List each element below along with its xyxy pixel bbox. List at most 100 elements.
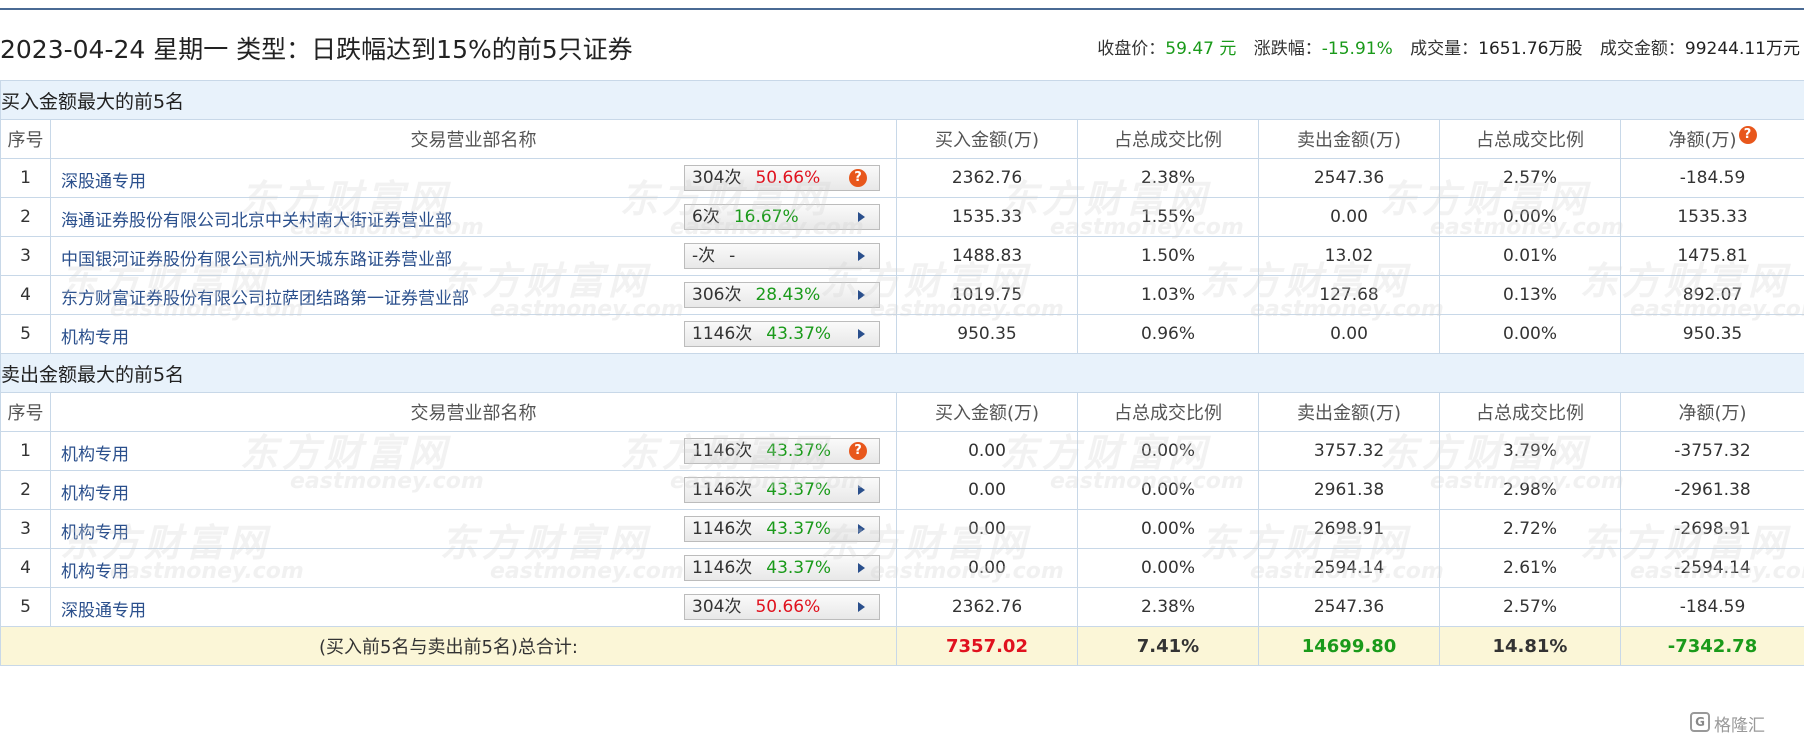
row-buy-ratio: 0.96%: [1077, 314, 1259, 354]
row-sell: 3757.32: [1258, 431, 1440, 471]
row-seq: 1: [0, 158, 51, 198]
section-header: 买入金额最大的前5名: [0, 80, 1804, 120]
page-header: 2023-04-24 星期一 类型：日跌幅达到15%的前5只证券 收盘价：59.…: [0, 22, 1804, 72]
play-arrow-icon[interactable]: [858, 329, 865, 339]
col-seq: 序号: [0, 119, 51, 159]
count-box[interactable]: 1146次 43.37%?: [684, 438, 880, 464]
col-sell: 卖出金额(万): [1258, 392, 1440, 432]
play-arrow-icon[interactable]: [858, 212, 865, 222]
stock-stats: 收盘价：59.47 元 涨跌幅：-15.91% 成交量：1651.76万股 成交…: [1097, 34, 1800, 59]
row-sell: 2547.36: [1258, 587, 1440, 627]
broker-link[interactable]: 海通证券股份有限公司北京中关村南大街证券营业部: [61, 206, 452, 231]
change-value: -15.91%: [1321, 39, 1393, 59]
col-sell-ratio-label: 占总成交比例: [1476, 403, 1584, 424]
row-broker: 机构专用 1146次 43.37%: [50, 509, 897, 549]
row-broker: 东方财富证券股份有限公司拉萨团结路第一证券营业部 306次 28.43%: [50, 275, 897, 315]
col-net: 净额(万)?: [1619, 119, 1804, 159]
total-row: (买入前5名与卖出前5名)总合计: 7357.02 7.41% 14699.80 14.…: [0, 626, 1804, 666]
total-net: -7342.78: [1619, 626, 1804, 666]
row-buy: 0.00: [896, 509, 1078, 549]
row-seq: 5: [0, 587, 51, 627]
count-box[interactable]: 1146次 43.37%: [684, 516, 880, 542]
row-seq: 3: [0, 509, 51, 549]
count-pct: 50.66%: [755, 597, 821, 617]
broker-link[interactable]: 机构专用: [61, 479, 129, 504]
count-value: 1146次: [692, 324, 753, 344]
row-buy-ratio: 0.00%: [1077, 431, 1259, 471]
play-arrow-icon[interactable]: [858, 290, 865, 300]
top-divider: [0, 8, 1804, 10]
section-title: 卖出金额最大的前5名: [0, 353, 1804, 393]
broker-link[interactable]: 机构专用: [61, 557, 129, 582]
play-arrow-icon[interactable]: [858, 524, 865, 534]
row-broker: 中国银河证券股份有限公司杭州天城东路证券营业部 -次 -: [50, 236, 897, 276]
col-buy: 买入金额(万): [896, 392, 1078, 432]
broker-link[interactable]: 中国银河证券股份有限公司杭州天城东路证券营业部: [61, 245, 452, 270]
col-net: 净额(万): [1619, 392, 1804, 432]
row-broker: 机构专用 1146次 43.37%: [50, 314, 897, 354]
amount-label: 成交金额：: [1599, 39, 1685, 59]
table-row: 1 机构专用 1146次 43.37%? 0.00 0.00% 3757.32 3.79% -3…: [0, 431, 1804, 471]
row-sell-ratio: 0.00%: [1439, 197, 1621, 237]
row-buy-ratio: 0.00%: [1077, 470, 1259, 510]
row-sell-ratio: 2.98%: [1439, 470, 1621, 510]
broker-link[interactable]: 深股通专用: [61, 167, 146, 192]
row-net: -2961.38: [1619, 470, 1804, 510]
count-pct: 43.37%: [766, 441, 832, 461]
play-arrow-icon[interactable]: [858, 251, 865, 261]
col-seq-label: 序号: [7, 130, 44, 151]
total-buy: 7357.02: [896, 626, 1078, 666]
row-broker: 深股通专用 304次 50.66%: [50, 587, 897, 627]
broker-link[interactable]: 机构专用: [61, 323, 129, 348]
row-sell-ratio: 2.72%: [1439, 509, 1621, 549]
table-row: 2 机构专用 1146次 43.37% 0.00 0.00% 2961.38 2.98% -29…: [0, 470, 1804, 510]
count-box[interactable]: 1146次 43.37%: [684, 555, 880, 581]
broker-link[interactable]: 机构专用: [61, 440, 129, 465]
row-sell: 0.00: [1258, 314, 1440, 354]
change-label: 涨跌幅：: [1253, 39, 1322, 59]
count-value: 304次: [692, 168, 742, 188]
play-arrow-icon[interactable]: [858, 563, 865, 573]
row-sell-ratio: 2.61%: [1439, 548, 1621, 588]
play-arrow-icon[interactable]: [858, 602, 865, 612]
row-sell-ratio: 0.13%: [1439, 275, 1621, 315]
count-pct: 50.66%: [755, 168, 821, 188]
count-box[interactable]: -次 -: [684, 243, 880, 269]
col-name: 交易营业部名称: [50, 119, 897, 159]
count-box[interactable]: 304次 50.66%: [684, 594, 880, 620]
row-seq: 5: [0, 314, 51, 354]
row-buy: 1488.83: [896, 236, 1078, 276]
row-buy-ratio: 1.50%: [1077, 236, 1259, 276]
broker-link[interactable]: 机构专用: [61, 518, 129, 543]
count-pct: 16.67%: [733, 207, 799, 227]
count-pct: -: [729, 246, 736, 266]
row-sell-ratio: 2.57%: [1439, 587, 1621, 627]
count-pct: 43.37%: [766, 558, 832, 578]
row-net: 1535.33: [1619, 197, 1804, 237]
row-net: 1475.81: [1619, 236, 1804, 276]
count-box[interactable]: 6次 16.67%: [684, 204, 880, 230]
count-box[interactable]: 1146次 43.37%: [684, 321, 880, 347]
col-net-label: 净额(万): [1668, 130, 1737, 151]
play-arrow-icon[interactable]: [858, 485, 865, 495]
close-value: 59.47 元: [1165, 39, 1237, 59]
row-seq: 4: [0, 548, 51, 588]
row-buy-ratio: 1.55%: [1077, 197, 1259, 237]
count-box[interactable]: 306次 28.43%: [684, 282, 880, 308]
broker-link[interactable]: 深股通专用: [61, 596, 146, 621]
count-value: 6次: [692, 207, 720, 227]
row-net: -184.59: [1619, 587, 1804, 627]
row-net: 892.07: [1619, 275, 1804, 315]
count-box[interactable]: 304次 50.66%?: [684, 165, 880, 191]
table-row: 5 机构专用 1146次 43.37% 950.35 0.96% 0.00 0.00% 950.…: [0, 314, 1804, 354]
table-row: 4 机构专用 1146次 43.37% 0.00 0.00% 2594.14 2.61% -25…: [0, 548, 1804, 588]
total-sell: 14699.80: [1258, 626, 1440, 666]
question-icon[interactable]: ?: [849, 442, 867, 460]
count-box[interactable]: 1146次 43.37%: [684, 477, 880, 503]
question-icon[interactable]: ?: [1738, 126, 1757, 144]
row-buy: 1019.75: [896, 275, 1078, 315]
question-icon[interactable]: ?: [849, 169, 867, 187]
row-sell-ratio: 0.00%: [1439, 314, 1621, 354]
broker-link[interactable]: 东方财富证券股份有限公司拉萨团结路第一证券营业部: [61, 284, 469, 309]
count-value: 1146次: [692, 441, 753, 461]
